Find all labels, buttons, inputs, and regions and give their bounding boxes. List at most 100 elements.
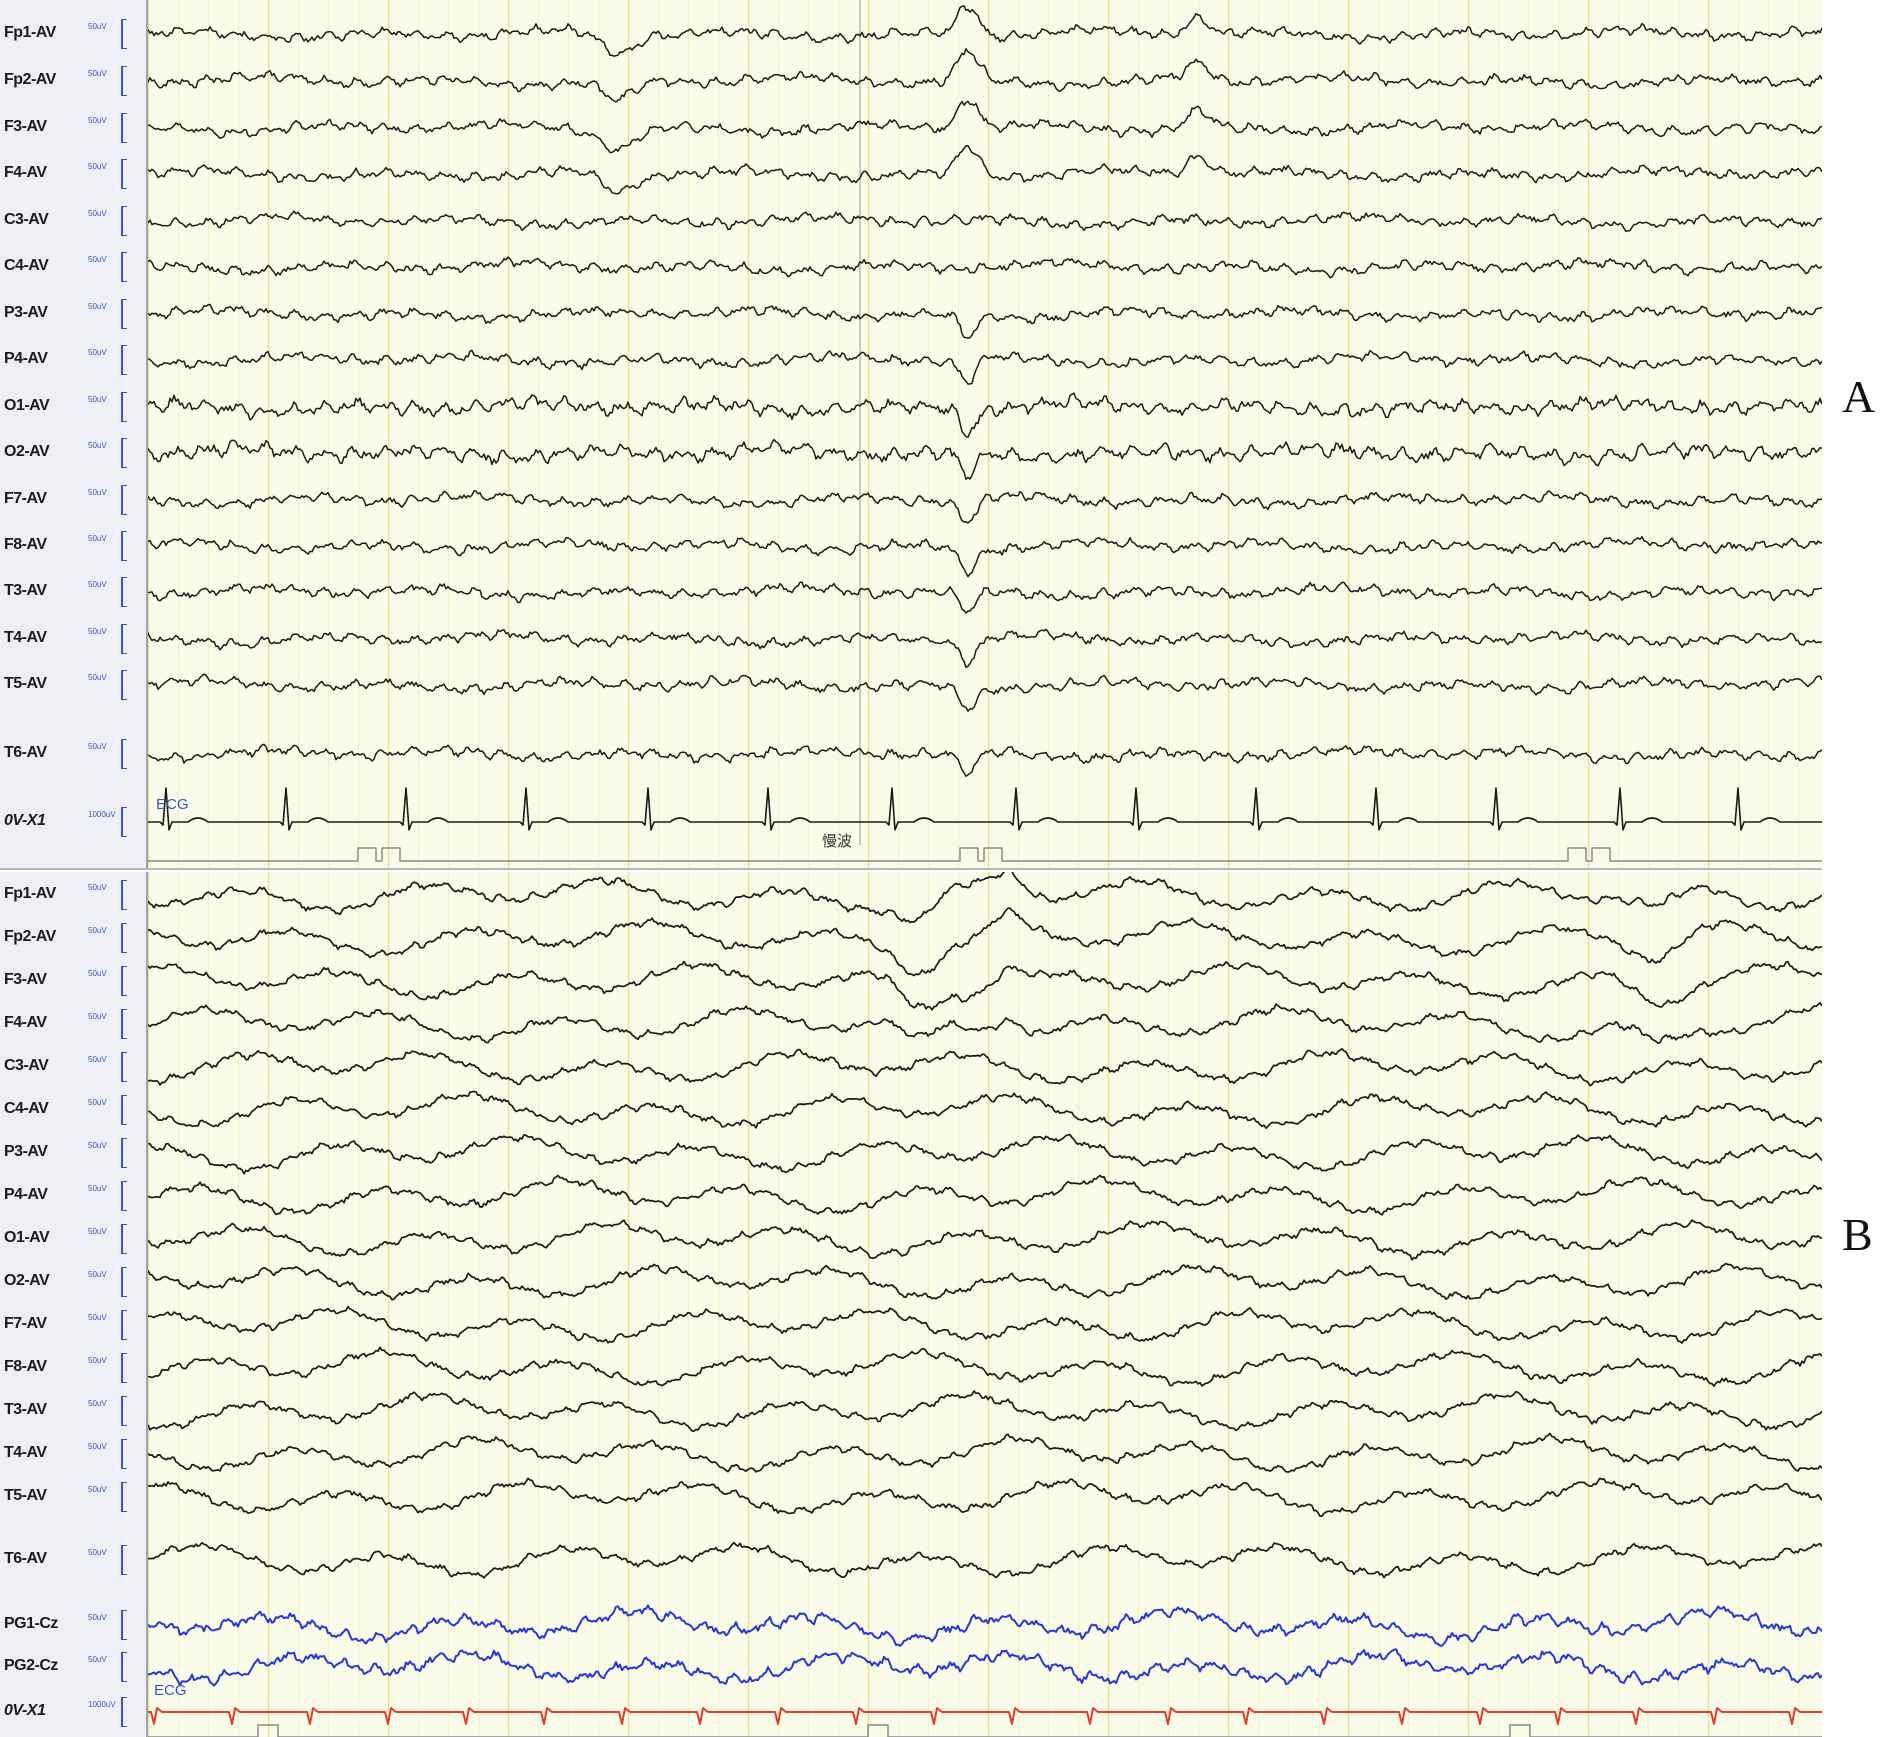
channel-label-o1-av[interactable]: O1-AV [4, 1229, 78, 1247]
channel-gain: 1000uV [88, 810, 116, 819]
channel-gain: 50uV [88, 255, 107, 264]
channel-label-fp2-av[interactable]: Fp2-AV [4, 928, 78, 946]
eeg-trace [148, 438, 1822, 480]
channel-gain: 50uV [88, 1012, 107, 1021]
channel-label-fp1-av[interactable]: Fp1-AV [4, 24, 78, 42]
channel-label-f3-av[interactable]: F3-AV [4, 971, 78, 989]
eeg-trace [148, 303, 1822, 339]
channel-gain: 50uV [88, 22, 107, 31]
scale-bar-icon [121, 1224, 127, 1254]
channel-gain: 50uV [88, 1442, 107, 1451]
slow-wave-annotation: 慢波 [822, 832, 853, 850]
channel-label-p3-av[interactable]: P3-AV [4, 304, 78, 322]
channel-gain: 50uV [88, 1485, 107, 1494]
eeg-trace [148, 1305, 1822, 1344]
channel-label-t3-av[interactable]: T3-AV [4, 1401, 78, 1419]
eeg-trace [148, 256, 1822, 279]
eeg-trace [148, 907, 1822, 977]
channel-gain: 50uV [88, 1548, 107, 1557]
scale-bar-icon [121, 1610, 127, 1640]
eeg-trace [148, 1048, 1822, 1087]
scale-bar-icon [121, 1310, 127, 1340]
eeg-trace [148, 48, 1822, 103]
eeg-trace [148, 743, 1822, 777]
scale-bar-icon [121, 66, 127, 96]
channel-label-pg1-cz[interactable]: PG1-Cz [4, 1615, 78, 1633]
eeg-trace [148, 960, 1822, 1011]
scale-bar-icon [121, 1396, 127, 1426]
panel-letter-a: A [1842, 371, 1876, 422]
scale-bar-icon [121, 1353, 127, 1383]
eeg-trace [148, 1262, 1822, 1301]
channel-label-fp2-av[interactable]: Fp2-AV [4, 71, 78, 89]
channel-label-p3-av[interactable]: P3-AV [4, 1143, 78, 1161]
channel-label-f7-av[interactable]: F7-AV [4, 1315, 78, 1333]
channel-label-pg2-cz[interactable]: PG2-Cz [4, 1657, 78, 1675]
event-marker-line [148, 1724, 1822, 1737]
channel-label-f4-av[interactable]: F4-AV [4, 1014, 78, 1032]
channel-label-0v-x1[interactable]: 0V-X1 [4, 812, 78, 830]
ecg-tag: ECG [156, 796, 189, 813]
channel-label-t5-av[interactable]: T5-AV [4, 1487, 78, 1505]
eeg-trace [148, 1174, 1822, 1216]
eeg-trace [148, 535, 1822, 578]
channel-label-o1-av[interactable]: O1-AV [4, 397, 78, 415]
channel-label-t6-av[interactable]: T6-AV [4, 744, 78, 762]
channel-gain: 50uV [88, 1356, 107, 1365]
panel-letter-b: B [1842, 1209, 1873, 1260]
channel-label-t4-av[interactable]: T4-AV [4, 629, 78, 647]
channel-label-p4-av[interactable]: P4-AV [4, 350, 78, 368]
channel-gain: 50uV [88, 441, 107, 450]
channel-label-o2-av[interactable]: O2-AV [4, 1272, 78, 1290]
scale-bar-icon [121, 1482, 127, 1512]
channel-label-c3-av[interactable]: C3-AV [4, 1057, 78, 1075]
channel-label-0v-x1[interactable]: 0V-X1 [4, 1702, 78, 1720]
channel-label-fp1-av[interactable]: Fp1-AV [4, 885, 78, 903]
scale-bar-icon [121, 299, 127, 329]
channel-label-f8-av[interactable]: F8-AV [4, 1358, 78, 1376]
channel-label-c4-av[interactable]: C4-AV [4, 257, 78, 275]
channel-label-f8-av[interactable]: F8-AV [4, 536, 78, 554]
channel-label-f7-av[interactable]: F7-AV [4, 490, 78, 508]
channel-label-c3-av[interactable]: C3-AV [4, 211, 78, 229]
channel-label-c4-av[interactable]: C4-AV [4, 1100, 78, 1118]
eeg-trace [148, 628, 1822, 669]
channel-label-t4-av[interactable]: T4-AV [4, 1444, 78, 1462]
channel-label-t6-av[interactable]: T6-AV [4, 1550, 78, 1568]
trace-area-a[interactable] [148, 0, 1822, 868]
channel-gain: 50uV [88, 116, 107, 125]
eeg-trace [148, 673, 1822, 712]
scale-bar-icon [121, 1052, 127, 1082]
eeg-trace [148, 100, 1822, 154]
scale-bar-icon [121, 485, 127, 515]
eeg-trace [148, 490, 1822, 524]
channel-gain: 50uV [88, 69, 107, 78]
scale-bar-icon [121, 577, 127, 607]
scale-bar-icon [121, 19, 127, 49]
channel-gain: 50uV [88, 1655, 107, 1664]
scale-bar-icon [121, 392, 127, 422]
scale-bar-icon [121, 966, 127, 996]
channel-label-t5-av[interactable]: T5-AV [4, 675, 78, 693]
scale-bar-icon [121, 624, 127, 654]
scale-bar-icon [121, 206, 127, 236]
channel-label-o2-av[interactable]: O2-AV [4, 443, 78, 461]
trace-area-b[interactable] [148, 872, 1822, 1737]
channel-gain: 50uV [88, 1399, 107, 1408]
eeg-trace [148, 1346, 1822, 1387]
channel-gain: 50uV [88, 1141, 107, 1150]
scale-bar-icon [121, 438, 127, 468]
channel-label-p4-av[interactable]: P4-AV [4, 1186, 78, 1204]
ecg-trace [148, 787, 1822, 831]
channel-label-f3-av[interactable]: F3-AV [4, 118, 78, 136]
eeg-trace [148, 1219, 1822, 1261]
channel-label-t3-av[interactable]: T3-AV [4, 582, 78, 600]
channel-gain: 50uV [88, 1613, 107, 1622]
eeg-trace [148, 1432, 1822, 1473]
channel-label-f4-av[interactable]: F4-AV [4, 164, 78, 182]
channel-gain: 50uV [88, 926, 107, 935]
scale-bar-icon [121, 880, 127, 910]
eeg-trace [148, 581, 1822, 614]
scale-bar-icon [121, 1697, 127, 1727]
eeg-trace [148, 210, 1822, 233]
